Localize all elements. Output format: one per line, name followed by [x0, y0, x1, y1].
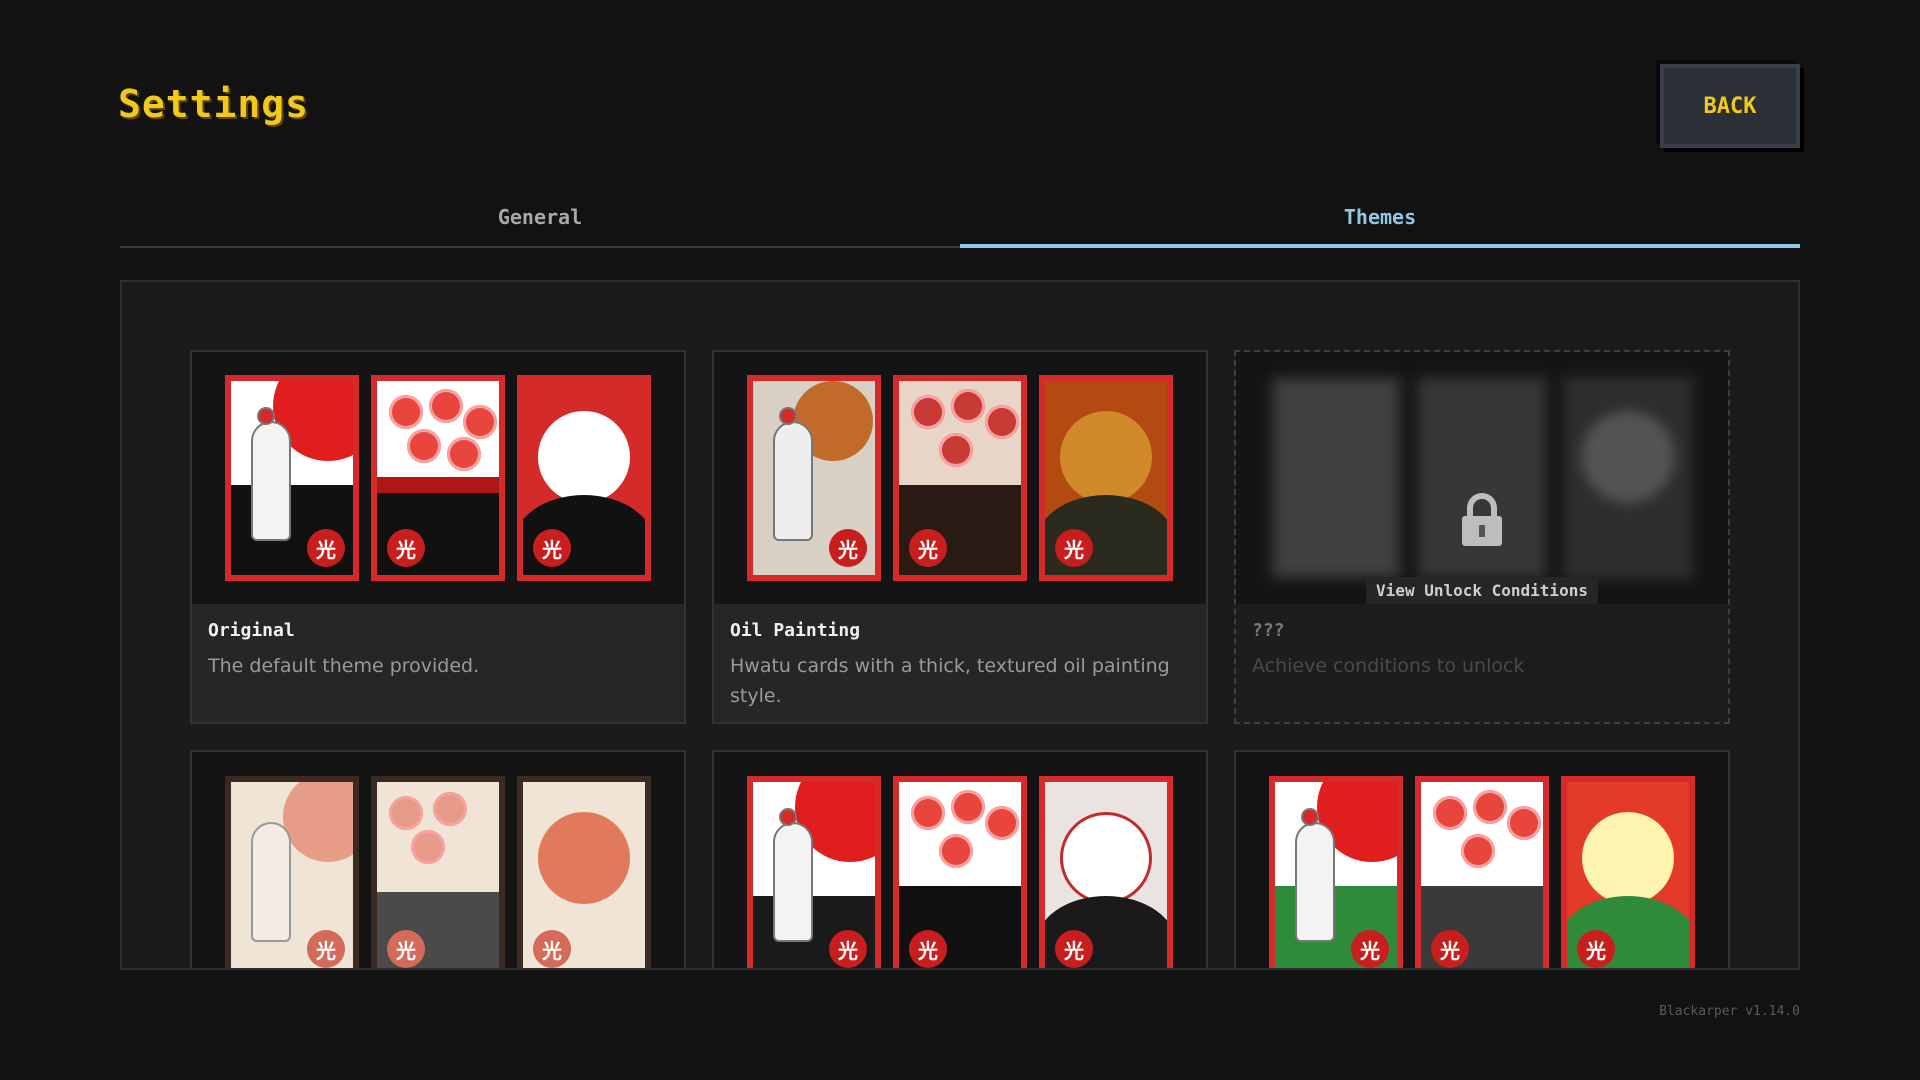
hikari-badge: 光 [533, 529, 571, 567]
cherry-blossom-card: 光 [371, 375, 505, 581]
theme-preview: 光 光 光 [192, 752, 684, 968]
crane-card: 光 [747, 375, 881, 581]
hikari-badge: 光 [909, 529, 947, 567]
cherry-blossom-card: 光 [1415, 776, 1549, 968]
hikari-badge: 光 [1431, 930, 1469, 968]
hikari-badge: 光 [829, 930, 867, 968]
page-title: Settings [118, 82, 310, 126]
cherry-blossom-card: 光 [893, 375, 1027, 581]
tab-themes[interactable]: Themes [960, 188, 1800, 248]
hikari-badge: 光 [1055, 930, 1093, 968]
moon-card: 光 [517, 375, 651, 581]
hikari-badge: 光 [307, 529, 345, 567]
theme-description: Hwatu cards with a thick, textured oil p… [730, 655, 1170, 707]
view-unlock-conditions-link[interactable]: View Unlock Conditions [1366, 577, 1598, 604]
moon-card: 光 [517, 776, 651, 968]
hikari-badge: 光 [909, 930, 947, 968]
theme-preview: 光 光 光 [714, 352, 1206, 604]
version-label: Blackarper v1.14.0 [1659, 1004, 1800, 1019]
themes-grid: 光 光 光 Original The default theme provide… [190, 350, 1730, 968]
hikari-badge: 光 [387, 529, 425, 567]
theme-card-oil-painting[interactable]: 光 光 光 Oil Painting Hwatu cards with a th… [712, 350, 1208, 724]
crane-card: 光 [747, 776, 881, 968]
hikari-badge: 光 [1351, 930, 1389, 968]
themes-panel[interactable]: 光 光 光 Original The default theme provide… [120, 280, 1800, 970]
lock-icon [1462, 493, 1502, 546]
theme-card-original[interactable]: 光 光 光 Original The default theme provide… [190, 350, 686, 724]
moon-card: 光 [1039, 375, 1173, 581]
crane-card: 光 [225, 776, 359, 968]
theme-description: Achieve conditions to unlock [1252, 655, 1525, 677]
theme-name: ??? [1252, 620, 1285, 641]
settings-tabs: General Themes [120, 188, 1800, 248]
cherry-blossom-card: 光 [371, 776, 505, 968]
moon-card: 光 [1039, 776, 1173, 968]
theme-preview: View Unlock Conditions [1236, 352, 1728, 604]
back-button[interactable]: BACK [1660, 64, 1800, 148]
theme-description: The default theme provided. [208, 655, 480, 677]
theme-preview: 光 光 光 [1236, 752, 1728, 968]
theme-card-green[interactable]: 光 光 光 [1234, 750, 1730, 968]
theme-name: Oil Painting [730, 620, 861, 641]
theme-card-sketch[interactable]: 光 光 光 [712, 750, 1208, 968]
settings-screen: Settings BACK General Themes 光 光 光 Origi… [0, 0, 1920, 1080]
hikari-badge: 光 [387, 930, 425, 968]
hikari-badge: 光 [829, 529, 867, 567]
hikari-badge: 光 [533, 930, 571, 968]
crane-card: 光 [225, 375, 359, 581]
hikari-badge: 光 [1577, 930, 1615, 968]
hikari-badge: 光 [307, 930, 345, 968]
blurred-preview [1269, 375, 1695, 581]
hikari-badge: 光 [1055, 529, 1093, 567]
theme-name: Original [208, 620, 295, 641]
theme-preview: 光 光 光 [192, 352, 684, 604]
cherry-blossom-card: 光 [893, 776, 1027, 968]
theme-preview: 光 光 光 [714, 752, 1206, 968]
crane-card: 光 [1269, 776, 1403, 968]
theme-card-locked[interactable]: View Unlock Conditions ??? Achieve condi… [1234, 350, 1730, 724]
theme-card-ink[interactable]: 光 光 光 [190, 750, 686, 968]
tab-general[interactable]: General [120, 188, 960, 246]
sun-card: 光 [1561, 776, 1695, 968]
